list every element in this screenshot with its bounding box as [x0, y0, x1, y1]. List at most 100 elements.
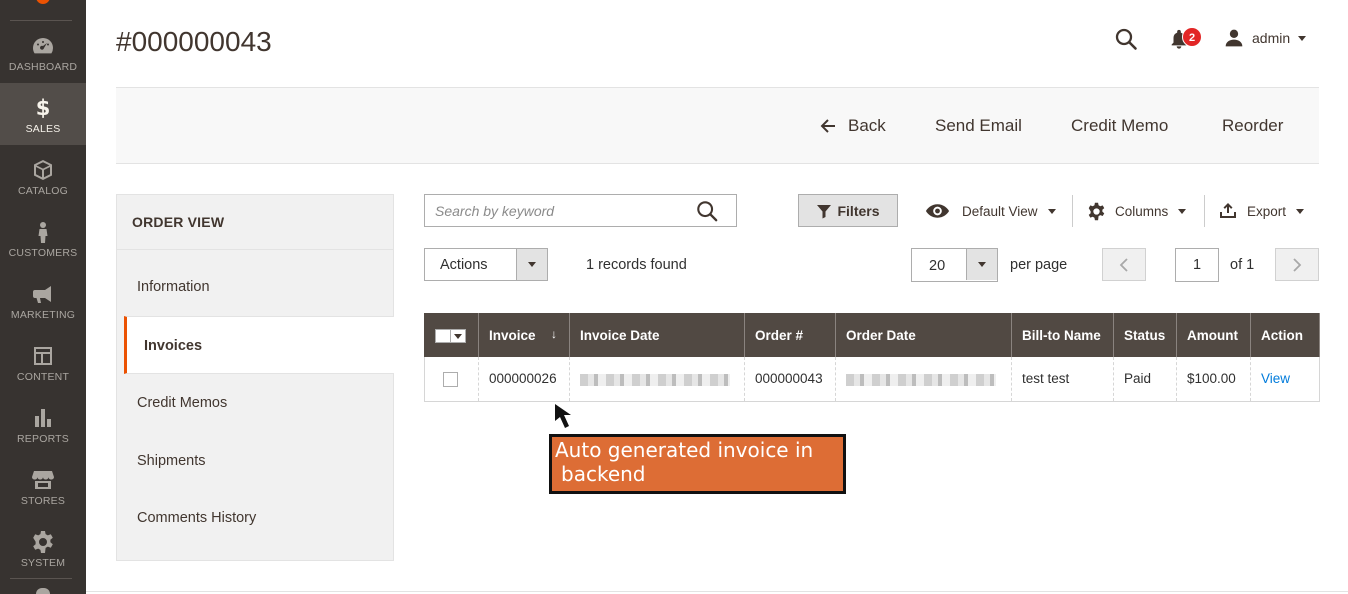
current-page-input[interactable]	[1175, 248, 1219, 282]
column-header-invoice-date[interactable]: Invoice Date	[569, 313, 745, 357]
magento-logo[interactable]	[36, 0, 50, 4]
chevron-down-icon	[966, 249, 997, 280]
bill-to-name-cell: test test	[1011, 357, 1114, 402]
column-header-action: Action	[1250, 313, 1320, 357]
tabs-divider	[117, 249, 393, 250]
export-label: Export	[1247, 203, 1287, 219]
sidebar-item-dashboard[interactable]: DASHBOARD	[0, 21, 86, 83]
chevron-down-icon	[516, 249, 547, 280]
admin-user-menu[interactable]: admin	[1224, 27, 1307, 49]
admin-sidebar: DASHBOARD $ SALES CATALOG CUSTOMERS MARK…	[0, 0, 86, 594]
order-number-cell: 000000043	[744, 357, 836, 402]
back-button-label: Back	[848, 116, 886, 135]
mass-select-dropdown[interactable]	[435, 328, 466, 343]
column-header-label: Invoice	[489, 327, 536, 343]
action-cell: View	[1250, 357, 1320, 402]
tab-shipments[interactable]: Shipments	[117, 432, 393, 490]
user-name: admin	[1252, 30, 1291, 46]
invoice-number-cell: 000000026	[478, 357, 570, 402]
chevron-down-icon	[1296, 208, 1305, 214]
sidebar-item-marketing[interactable]: MARKETING	[0, 269, 86, 331]
search-icon[interactable]	[695, 200, 719, 222]
gear-icon	[1088, 202, 1105, 220]
sidebar-item-stores[interactable]: STORES	[0, 455, 86, 517]
sidebar-item-system[interactable]: SYSTEM	[0, 517, 86, 579]
default-view-dropdown[interactable]: Default View	[925, 200, 1056, 222]
column-header-order-number[interactable]: Order #	[744, 313, 836, 357]
annotation-callout: Auto generated invoice in backend	[549, 434, 846, 494]
filters-button[interactable]: Filters	[798, 194, 898, 227]
dashboard-icon	[33, 38, 53, 54]
sidebar-item-label: DASHBOARD	[8, 61, 78, 73]
chevron-down-icon	[1047, 208, 1056, 214]
global-search-icon[interactable]	[1114, 27, 1138, 51]
order-date-cell	[835, 357, 1012, 402]
invoices-grid: Invoice ↓ Invoice Date Order # Order Dat…	[424, 313, 1320, 402]
chevron-right-icon	[1293, 258, 1302, 272]
annotation-line-2: backend	[561, 462, 646, 486]
export-dropdown[interactable]: Export	[1219, 200, 1305, 222]
reorder-button[interactable]: Reorder	[1222, 116, 1283, 136]
table-row: 000000026 000000043 test test Paid $100.…	[424, 357, 1320, 402]
chevron-down-icon	[450, 329, 465, 342]
arrow-left-icon	[820, 119, 835, 133]
redacted-date	[846, 373, 996, 386]
toolbar-separator	[1072, 195, 1073, 227]
tab-invoices[interactable]: Invoices	[124, 316, 394, 374]
upload-icon	[1220, 203, 1236, 218]
sidebar-item-label: STORES	[20, 495, 66, 507]
actions-label: Actions	[440, 257, 488, 273]
back-button[interactable]: Back	[820, 116, 886, 136]
notifications-count-badge[interactable]: 2	[1182, 27, 1202, 47]
default-view-label: Default View	[962, 203, 1038, 219]
sidebar-item-reports[interactable]: REPORTS	[0, 393, 86, 455]
cursor-arrow-icon	[555, 404, 571, 428]
sidebar-item-catalog[interactable]: CATALOG	[0, 145, 86, 207]
sidebar-item-label: SYSTEM	[20, 557, 66, 569]
column-header-invoice[interactable]: Invoice ↓	[478, 313, 570, 357]
per-page-value: 20	[929, 258, 946, 274]
previous-page-button[interactable]	[1102, 248, 1146, 281]
bar-chart-icon	[35, 409, 51, 427]
redacted-date	[580, 373, 730, 386]
tab-comments-history[interactable]: Comments History	[117, 489, 393, 547]
sidebar-item-label: REPORTS	[17, 433, 69, 445]
sidebar-item-customers[interactable]: CUSTOMERS	[0, 207, 86, 269]
select-all-checkbox[interactable]	[436, 329, 450, 342]
column-header-status[interactable]: Status	[1113, 313, 1177, 357]
tab-credit-memos[interactable]: Credit Memos	[117, 374, 393, 432]
row-checkbox[interactable]	[443, 371, 458, 387]
person-icon	[38, 222, 48, 243]
dollar-icon: $	[35, 96, 51, 120]
column-header-order-date[interactable]: Order Date	[835, 313, 1012, 357]
mass-actions-dropdown[interactable]: Actions	[424, 248, 548, 281]
per-page-label: per page	[1010, 257, 1068, 273]
chevron-left-icon	[1119, 258, 1128, 272]
send-email-button[interactable]: Send Email	[935, 116, 1022, 136]
sidebar-item-partial[interactable]	[36, 588, 50, 594]
per-page-select[interactable]: 20	[911, 248, 998, 282]
amount-cell: $100.00	[1176, 357, 1251, 402]
sidebar-item-content[interactable]: CONTENT	[0, 331, 86, 393]
sidebar-item-sales[interactable]: $ SALES	[0, 83, 86, 145]
table-header-row: Invoice ↓ Invoice Date Order # Order Dat…	[424, 313, 1320, 357]
columns-label: Columns	[1115, 203, 1169, 219]
next-page-button[interactable]	[1275, 248, 1319, 281]
funnel-icon	[817, 204, 832, 218]
page-title: #000000043	[116, 26, 272, 57]
sidebar-item-label: SALES	[25, 123, 61, 135]
status-cell: Paid	[1113, 357, 1177, 402]
column-header-amount[interactable]: Amount	[1176, 313, 1251, 357]
order-view-tabs: ORDER VIEW Information Invoices Credit M…	[116, 194, 394, 561]
sidebar-item-label: CATALOG	[17, 185, 69, 197]
tab-information[interactable]: Information	[117, 258, 393, 316]
column-header-bill-to-name[interactable]: Bill-to Name	[1011, 313, 1114, 357]
annotation-line-1: Auto generated invoice in	[555, 438, 814, 462]
row-select-cell	[424, 357, 479, 402]
search-input[interactable]	[435, 201, 685, 221]
box-icon	[34, 160, 52, 180]
megaphone-icon	[33, 286, 51, 303]
credit-memo-button[interactable]: Credit Memo	[1071, 116, 1168, 136]
columns-dropdown[interactable]: Columns	[1087, 200, 1187, 222]
view-invoice-link[interactable]: View	[1261, 371, 1290, 386]
